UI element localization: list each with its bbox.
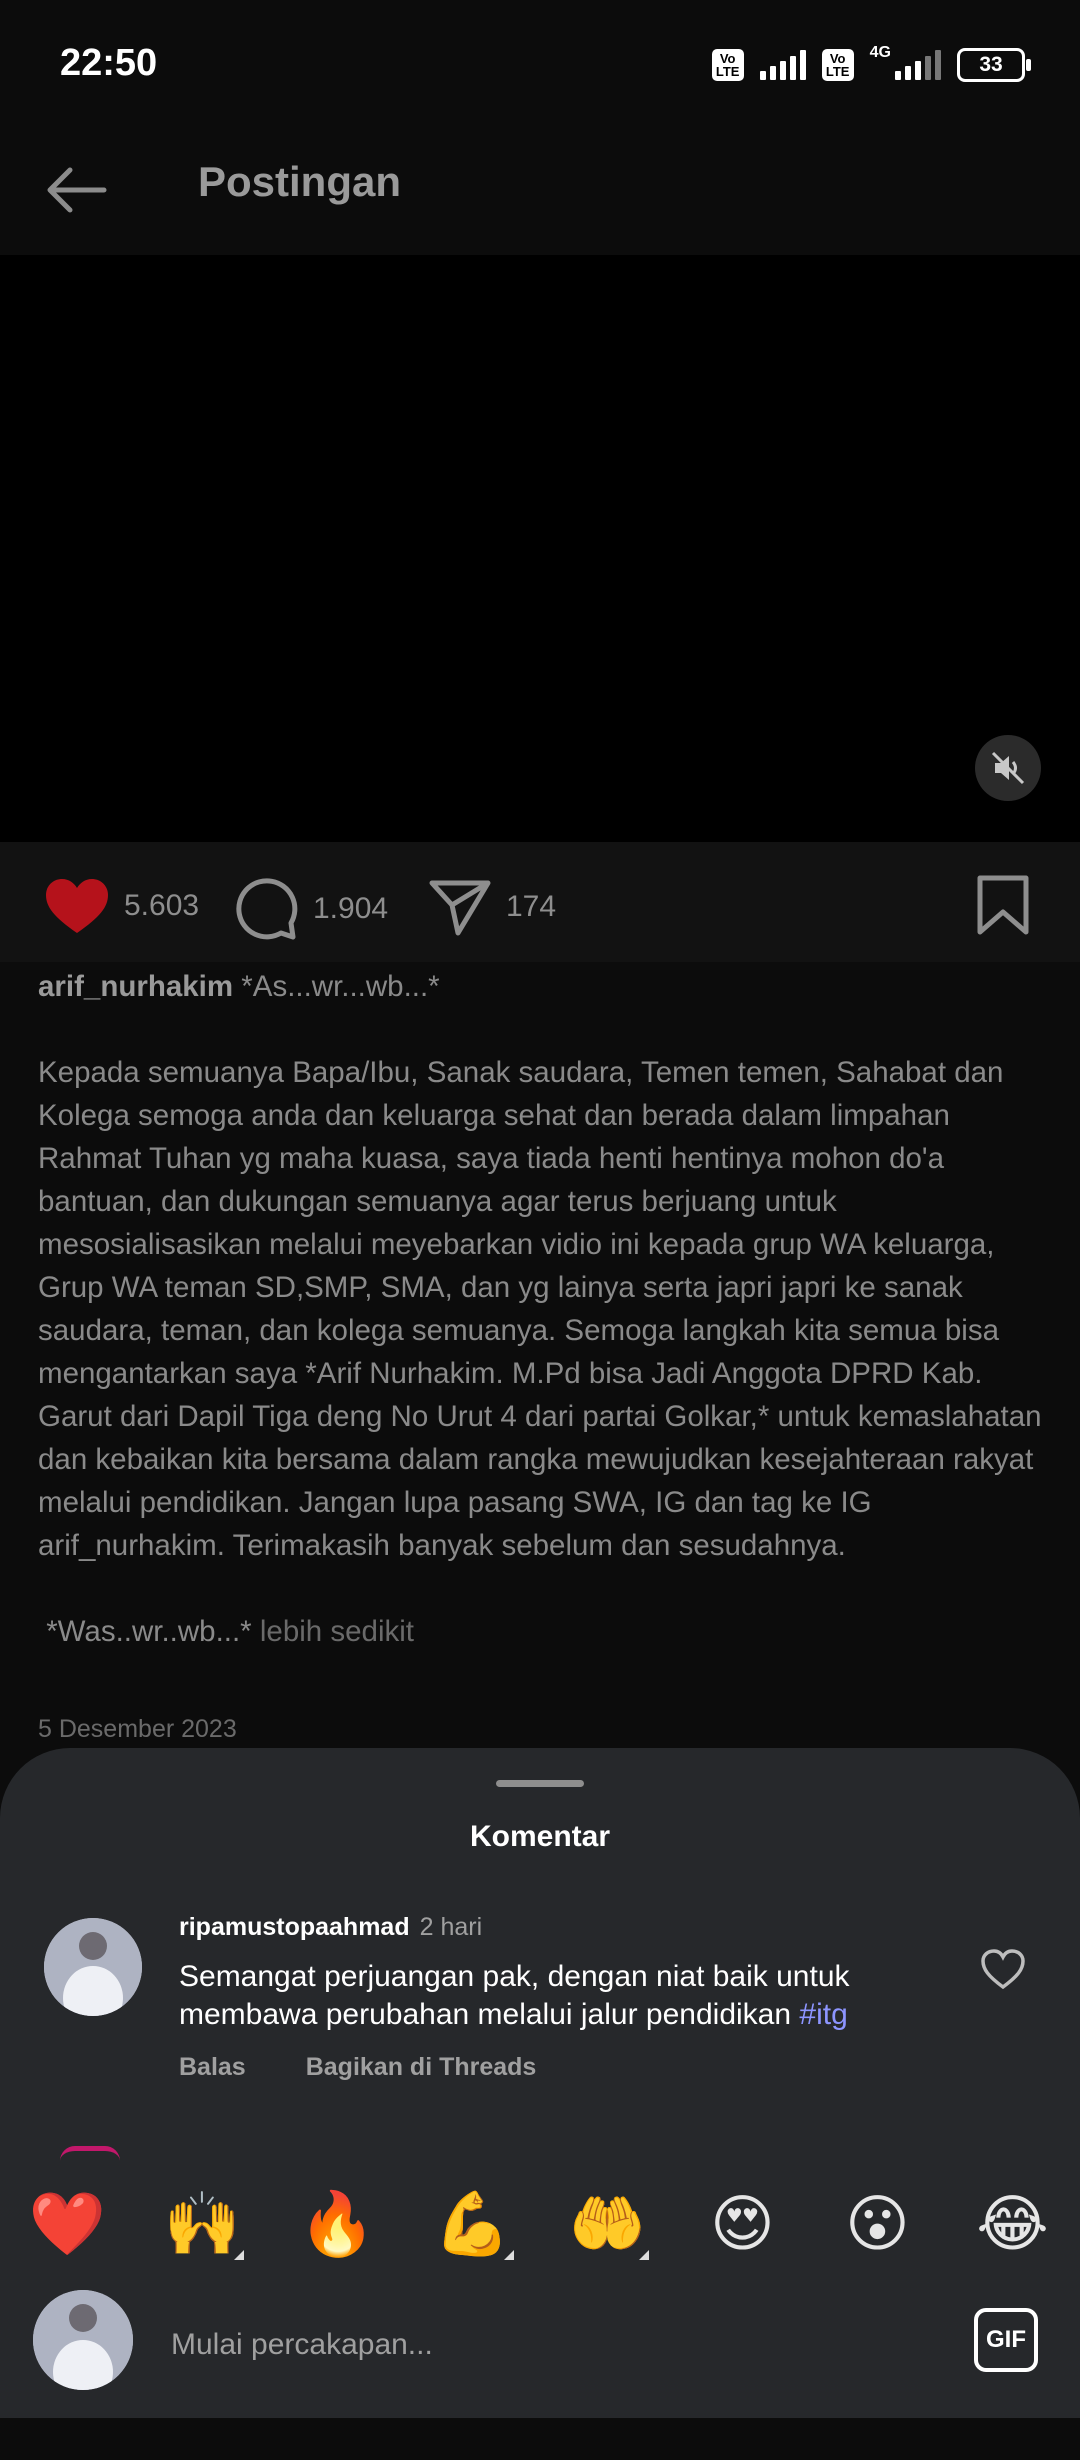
comment-username-row: ripamustopaahmad 2 hari (179, 1913, 482, 1942)
volume-muted-icon (991, 751, 1025, 785)
battery-icon: 33 (957, 48, 1031, 82)
emoji-heart[interactable]: ❤️ (23, 2190, 113, 2260)
comment-like-button[interactable] (980, 1948, 1026, 1995)
sheet-drag-handle[interactable] (496, 1780, 584, 1787)
video-player[interactable] (0, 255, 1080, 842)
comment-input[interactable]: Mulai percakapan... (171, 2328, 433, 2362)
mute-button[interactable] (975, 735, 1041, 801)
comment-time: 2 hari (419, 1913, 483, 1941)
status-bar: 22:50 Vo LTE Vo LTE 4G 33 (0, 0, 1080, 130)
caption-body: Kepada semuanya Bapa/Ibu, Sanak saudara,… (38, 1056, 1042, 1562)
share-action[interactable]: 174 (428, 877, 556, 937)
comment-text: Semangat perjuangan pak, dengan niat bai… (179, 1958, 939, 2034)
comment-count: 1.904 (313, 892, 389, 925)
system-nav-bar (0, 2418, 1080, 2460)
network-type: 4G (869, 44, 891, 61)
reply-button[interactable]: Balas (179, 2053, 246, 2082)
next-comment-avatar-peek (60, 2146, 120, 2161)
show-less-link[interactable]: lebih sedikit (260, 1615, 414, 1648)
comment-bubble-icon (236, 878, 298, 940)
post-caption: arif_nurhakim *As...wr...wb...* Kepada s… (38, 965, 1048, 1653)
caption-closing: *Was..wr..wb...* (46, 1615, 252, 1648)
emoji-open-mouth[interactable]: 😮 (833, 2190, 923, 2260)
post-actions: 5.603 1.904 174 (0, 842, 1080, 962)
signal-icon (759, 50, 806, 80)
sheet-title: Komentar (469, 1820, 611, 1853)
share-count: 174 (506, 890, 557, 923)
back-button[interactable] (42, 155, 112, 225)
volte-icon: Vo LTE (711, 49, 744, 81)
avatar-image (44, 1918, 142, 2016)
comment-input-bar: Mulai percakapan... GIF (0, 2280, 1080, 2418)
emoji-palms-up[interactable]: 🤲 (563, 2190, 653, 2260)
bookmark-icon (977, 875, 1029, 935)
page-title: Postingan (198, 158, 402, 205)
emoji-tears-of-joy[interactable]: 😂 (968, 2190, 1058, 2260)
save-button[interactable] (976, 874, 1030, 941)
emoji-raised-hands[interactable]: 🙌 (158, 2190, 248, 2260)
comment-body: Semangat perjuangan pak, dengan niat bai… (179, 1960, 850, 2031)
heart-outline-icon (981, 1949, 1025, 1990)
own-avatar (33, 2290, 133, 2390)
send-icon (429, 880, 491, 936)
emoji-flexed-biceps[interactable]: 💪 (428, 2190, 518, 2260)
status-time: 22:50 (60, 42, 158, 84)
top-bar: Postingan (0, 130, 1080, 255)
post-date: 5 Desember 2023 (38, 1715, 237, 1743)
share-threads-button[interactable]: Bagikan di Threads (306, 2053, 537, 2082)
arrow-left-icon (47, 167, 107, 213)
status-icons: Vo LTE Vo LTE 4G 33 (711, 44, 1031, 82)
emoji-fire[interactable]: 🔥 (293, 2190, 383, 2260)
caption-greeting: *As...wr...wb...* (241, 970, 440, 1003)
heart-filled-icon (46, 879, 108, 933)
volte-icon: Vo LTE (821, 49, 854, 81)
avatar-image (33, 2290, 133, 2390)
like-count: 5.603 (124, 889, 200, 922)
comment-action[interactable]: 1.904 (235, 877, 388, 941)
comment-username[interactable]: ripamustopaahmad (179, 1913, 410, 1941)
battery-level: 33 (979, 53, 1003, 76)
comment-actions: Balas Bagikan di Threads (179, 2053, 536, 2082)
emoji-heart-eyes[interactable]: 😍 (698, 2190, 788, 2260)
signal-icon (895, 50, 941, 80)
like-action[interactable]: 5.603 (44, 877, 199, 935)
comment-hashtag[interactable]: #itg (799, 1998, 847, 2031)
commenter-avatar[interactable] (44, 1918, 142, 2016)
emoji-reaction-row: ❤️ 🙌 🔥 💪 🤲 😍 😮 😂 (0, 2180, 1080, 2270)
caption-username[interactable]: arif_nurhakim (38, 970, 233, 1003)
gif-button[interactable]: GIF (974, 2308, 1038, 2372)
